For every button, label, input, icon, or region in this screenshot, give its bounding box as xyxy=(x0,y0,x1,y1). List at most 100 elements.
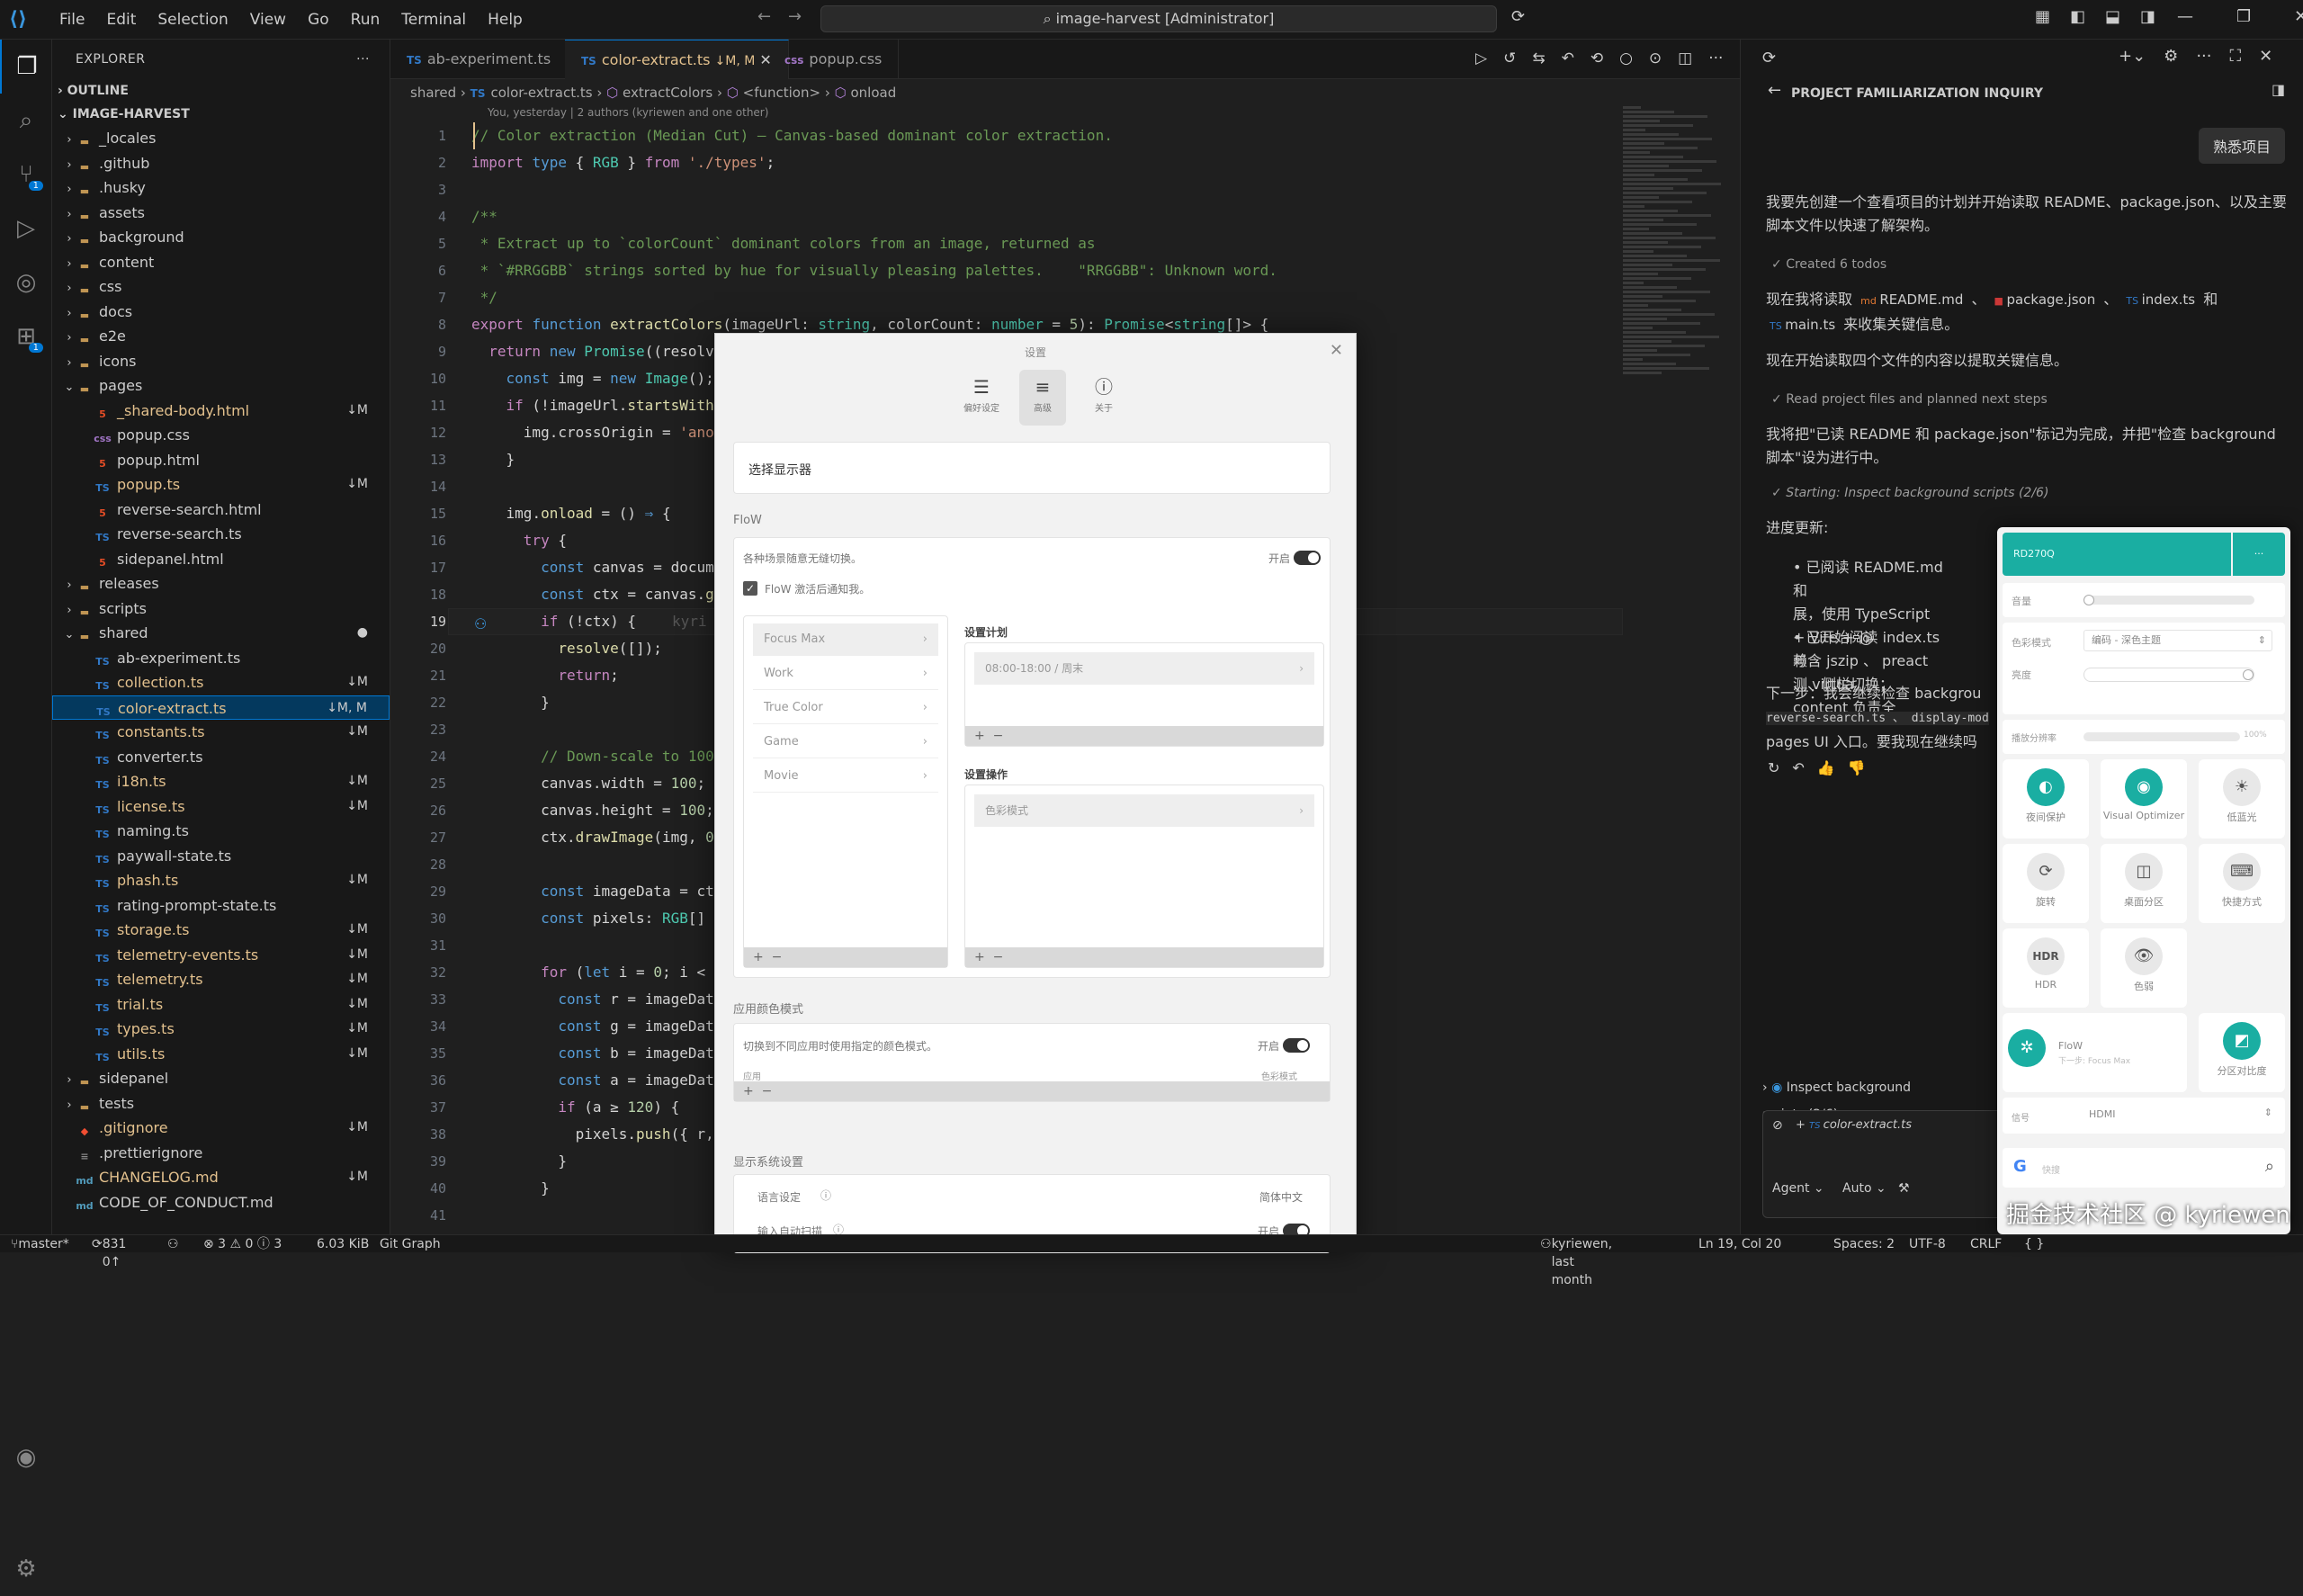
menu-view[interactable]: View xyxy=(239,9,297,31)
device-select[interactable]: RD270Q xyxy=(2003,533,2231,576)
tree-item[interactable]: TS popup.ts ↓M xyxy=(52,472,390,498)
forward-arrow-icon[interactable]: → xyxy=(788,7,802,26)
copilot-icon[interactable]: ⟳ xyxy=(1511,7,1525,26)
tree-item[interactable]: TS converter.ts xyxy=(52,745,390,770)
hdr-button[interactable]: HDR HDR xyxy=(2003,928,2089,1008)
tree-item[interactable]: TS license.ts ↓M xyxy=(52,794,390,820)
retry-icon[interactable]: ↻ xyxy=(1768,759,1779,776)
tree-item[interactable]: TS reverse-search.ts xyxy=(52,522,390,547)
flow-toggle[interactable] xyxy=(1294,551,1321,565)
tree-item[interactable]: 5 popup.html xyxy=(52,448,390,473)
visual-optimizer-button[interactable]: ◉ Visual Optimizer xyxy=(2101,759,2187,838)
close-window-icon[interactable]: ✕ xyxy=(2294,7,2303,26)
tab-ab-experiment[interactable]: TS ab-experiment.ts xyxy=(390,40,569,79)
rotate-button[interactable]: ⟳ 旋转 xyxy=(2003,844,2089,923)
volume-slider[interactable] xyxy=(2083,595,2254,605)
language-mode[interactable]: { } xyxy=(2024,1235,2044,1253)
flow-checkbox[interactable]: ✓ xyxy=(743,581,757,596)
split-contrast-button[interactable]: ◩ 分区对比度 xyxy=(2199,1013,2285,1092)
code-line[interactable]: * Extract up to `colorCount` dominant co… xyxy=(471,230,1605,257)
search-icon[interactable]: ⌕ xyxy=(2265,1157,2274,1176)
tree-item[interactable]: ⌄ ▬ pages xyxy=(52,373,390,399)
plan-add-remove[interactable]: + − xyxy=(965,726,1323,746)
chat-more-icon[interactable]: ··· xyxy=(2196,47,2211,66)
tree-item[interactable]: › ▬ icons xyxy=(52,349,390,374)
run-debug-icon[interactable]: ▷ xyxy=(0,202,52,256)
chat-input[interactable]: ⊘ + TS color-extract.ts Agent ⌄ Auto ⌄ ⚒ xyxy=(1762,1110,2032,1218)
crumb-anon[interactable]: <function> xyxy=(743,85,820,101)
maximize-panel-icon[interactable]: ⛶ xyxy=(2229,47,2241,66)
run-icon[interactable]: ▷ xyxy=(1475,49,1487,67)
tree-item[interactable]: css popup.css xyxy=(52,423,390,448)
more-editor-icon[interactable]: ··· xyxy=(1708,49,1723,67)
tools-icon[interactable]: ⚒ xyxy=(1898,1181,1910,1196)
tree-item[interactable]: 5 sidepanel.html xyxy=(52,547,390,572)
timeline-icon[interactable]: ↺ xyxy=(1503,49,1516,67)
tree-item[interactable]: › ▬ scripts xyxy=(52,596,390,622)
plan-item[interactable]: 08:00-18:00 / 周末 › xyxy=(974,652,1314,685)
indentation[interactable]: Spaces: 2 xyxy=(1833,1235,1895,1253)
new-chat-icon[interactable]: +⌄ xyxy=(2119,47,2146,66)
tree-item[interactable]: › ▬ css xyxy=(52,274,390,300)
code-line[interactable]: import type { RGB } from './types'; xyxy=(471,149,1605,176)
tree-item[interactable]: 5 reverse-search.html xyxy=(52,498,390,523)
color-mode-select[interactable]: 编码 - 深色主题 ⇕ xyxy=(2083,630,2272,651)
thumbs-up-icon[interactable]: 👍 xyxy=(1817,759,1835,776)
sync-status[interactable]: ⟳ 831 0↑ xyxy=(92,1235,126,1269)
context-chip[interactable]: + TS color-extract.ts xyxy=(1796,1118,1912,1132)
attach-icon[interactable]: ⊘ xyxy=(1772,1118,1783,1133)
tab-about[interactable]: ⓘ 关于 xyxy=(1080,370,1127,426)
cursor-position[interactable]: Ln 19, Col 20 xyxy=(1698,1235,1781,1253)
explorer-icon[interactable]: ❐ xyxy=(0,40,52,94)
menu-edit[interactable]: Edit xyxy=(95,9,147,31)
tree-item[interactable]: ⌄ ▬ shared ● xyxy=(52,621,390,646)
tree-item[interactable]: › ▬ .husky xyxy=(52,175,390,201)
compare-icon[interactable]: ⇆ xyxy=(1532,49,1545,67)
tree-item[interactable]: TS naming.ts xyxy=(52,819,390,844)
file-chip[interactable]: md README.md xyxy=(1857,288,1967,313)
minimap[interactable] xyxy=(1623,101,1740,1234)
tree-item[interactable]: ◆ .gitignore ↓M xyxy=(52,1116,390,1141)
app-add-remove[interactable]: + − xyxy=(734,1081,1330,1101)
more-actions-icon[interactable]: ··· xyxy=(356,40,370,79)
next-change-icon[interactable]: ⊙ xyxy=(1649,49,1662,67)
close-icon[interactable]: ✕ xyxy=(1330,341,1343,360)
color-weak-button[interactable]: 👁 色弱 xyxy=(2101,928,2187,1008)
tree-item[interactable]: › ▬ content xyxy=(52,250,390,275)
maximize-icon[interactable]: ❐ xyxy=(2236,7,2251,26)
panel-layout-icon[interactable]: ◨ xyxy=(2272,81,2285,98)
scene-add-remove[interactable]: + − xyxy=(744,947,947,967)
tree-item[interactable]: › ▬ e2e xyxy=(52,324,390,349)
desktop-partition-button[interactable]: ◫ 桌面分区 xyxy=(2101,844,2187,923)
chat-settings-icon[interactable]: ⚙ xyxy=(2164,47,2178,66)
blame-status[interactable]: ⚇ kyriewen, last month xyxy=(1540,1235,1612,1287)
monitor-select-box[interactable]: 选择显示器 xyxy=(733,442,1331,494)
scene-item[interactable]: Focus Max › xyxy=(753,623,938,656)
shortcut-button[interactable]: ⌨ 快捷方式 xyxy=(2199,844,2285,923)
outline-section[interactable]: › OUTLINE xyxy=(52,79,390,103)
crumb-onload[interactable]: onload xyxy=(851,85,897,101)
low-blue-light-button[interactable]: ☀ 低蓝光 xyxy=(2199,759,2285,838)
tree-item[interactable]: › ▬ releases xyxy=(52,571,390,596)
code-line[interactable]: * `#RRGGBB` strings sorted by hue for vi… xyxy=(471,257,1605,284)
tab-advanced[interactable]: ≡ 高级 xyxy=(1019,370,1066,426)
source-control-icon[interactable]: ⑂ 1 xyxy=(0,148,52,202)
brightness-slider[interactable] xyxy=(2083,668,2254,682)
tree-item[interactable]: › ▬ assets xyxy=(52,201,390,226)
tree-item[interactable]: TS telemetry.ts ↓M xyxy=(52,967,390,992)
tree-item[interactable]: TS paywall-state.ts xyxy=(52,844,390,869)
search-view-icon[interactable]: ⌕ xyxy=(0,94,52,148)
tree-item[interactable]: TS color-extract.ts ↓M, M xyxy=(52,695,390,720)
back-arrow-icon[interactable]: ← xyxy=(757,7,771,26)
tree-item[interactable]: ≡ .prettierignore xyxy=(52,1141,390,1166)
file-chip[interactable]: TS main.ts xyxy=(1766,313,1839,338)
crumb-shared[interactable]: shared xyxy=(410,85,456,101)
account-icon[interactable]: ◉ xyxy=(0,1430,52,1484)
file-chip[interactable]: ■ package.json xyxy=(1991,288,2100,313)
tab-popup-css[interactable]: css popup.css xyxy=(768,40,900,79)
ops-add-remove[interactable]: + − xyxy=(965,947,1323,967)
tree-item[interactable]: › ▬ .github xyxy=(52,151,390,176)
encoding[interactable]: UTF-8 xyxy=(1909,1235,1946,1253)
tree-item[interactable]: md CODE_OF_CONDUCT.md xyxy=(52,1190,390,1215)
scene-item[interactable]: Movie › xyxy=(753,760,938,793)
